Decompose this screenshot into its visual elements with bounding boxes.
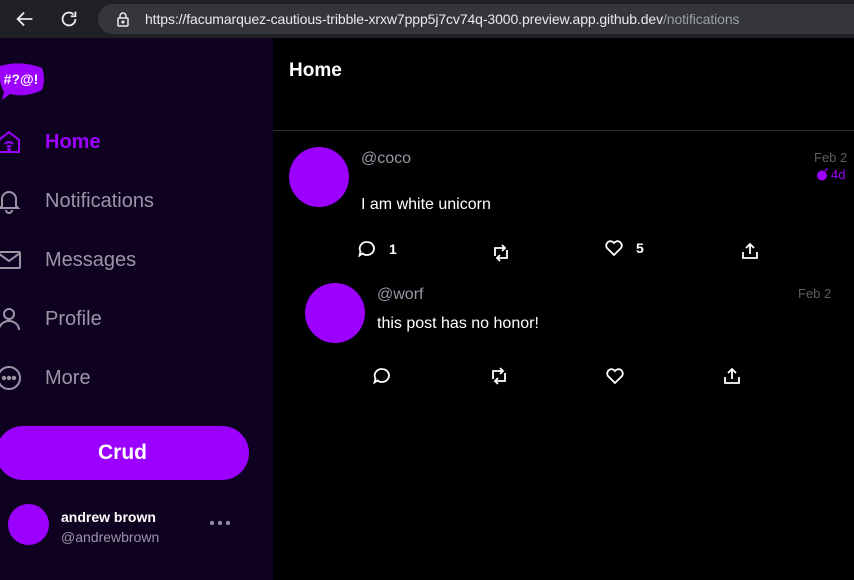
avatar	[8, 504, 49, 545]
like-count: 5	[636, 240, 644, 256]
account-switcher[interactable]: andrew brown @andrewbrown	[0, 496, 273, 556]
post-message: I am white unicorn	[361, 196, 491, 213]
sidebar-item-label: Home	[45, 130, 101, 153]
sidebar-item-label: More	[45, 366, 91, 389]
post-message: this post has no honor!	[377, 315, 539, 332]
reply-button[interactable]: 1	[357, 239, 397, 259]
home-icon	[0, 130, 20, 153]
envelope-icon	[0, 251, 21, 269]
expiry-badge: 4d	[816, 167, 845, 182]
heart-icon	[606, 368, 624, 385]
bell-icon	[0, 191, 21, 214]
post-item[interactable]: @coco Feb 2 4d I am white unicorn 1 5	[273, 131, 854, 271]
reload-icon[interactable]	[58, 8, 80, 30]
lock-icon[interactable]	[115, 11, 131, 27]
share-icon	[724, 367, 740, 384]
like-button[interactable]	[605, 366, 637, 386]
sidebar-item-label: Profile	[45, 307, 102, 330]
post-date: Feb 2	[814, 150, 848, 165]
heart-icon	[605, 240, 623, 257]
profile-name: andrew brown	[61, 509, 156, 525]
repost-icon	[492, 367, 506, 385]
crud-button[interactable]: Crud	[0, 426, 249, 480]
post-handle[interactable]: @worf	[377, 286, 423, 304]
more-circle-icon	[0, 366, 21, 390]
address-bar[interactable]: https://facumarquez-cautious-tribble-xrx…	[98, 4, 854, 34]
profile-handle: @andrewbrown	[61, 529, 160, 545]
url-text: https://facumarquez-cautious-tribble-xrx…	[145, 11, 740, 27]
share-button[interactable]	[740, 241, 760, 261]
repost-button[interactable]	[489, 366, 509, 386]
logo-text: #?@!	[4, 71, 39, 87]
ellipsis-icon[interactable]	[209, 520, 231, 526]
sidebar: #?@! Home Notifications Messages Profile…	[0, 38, 273, 580]
share-button[interactable]	[722, 366, 742, 386]
post-item[interactable]: @worf Feb 2 this post has no honor!	[273, 271, 854, 401]
app-logo[interactable]: #?@!	[0, 62, 46, 100]
repost-icon	[494, 244, 508, 262]
person-icon	[0, 308, 20, 331]
url-path: /notifications	[662, 11, 740, 27]
repost-button[interactable]	[491, 243, 511, 263]
share-icon	[742, 242, 758, 259]
expiry-text: 4d	[831, 167, 846, 182]
back-arrow-icon[interactable]	[14, 8, 36, 30]
reply-icon	[373, 368, 390, 385]
post-date: Feb 2	[798, 286, 832, 301]
post-handle[interactable]: @coco	[361, 150, 411, 168]
avatar[interactable]	[305, 283, 365, 343]
main-feed: Home @coco Feb 2 4d I am white unicorn 1…	[273, 38, 854, 580]
feed-header: Home	[273, 38, 854, 131]
avatar[interactable]	[289, 147, 349, 207]
bomb-icon	[817, 168, 829, 181]
browser-toolbar: https://facumarquez-cautious-tribble-xrx…	[0, 0, 854, 38]
sidebar-item-label: Messages	[45, 248, 137, 271]
sidebar-item-label: Notifications	[45, 189, 154, 212]
page-title: Home	[289, 60, 342, 81]
reply-button[interactable]	[372, 366, 404, 386]
url-host: https://facumarquez-cautious-tribble-xrx…	[145, 11, 663, 27]
reply-count: 1	[389, 241, 397, 257]
like-button[interactable]: 5	[604, 238, 644, 258]
reply-icon	[358, 241, 375, 258]
